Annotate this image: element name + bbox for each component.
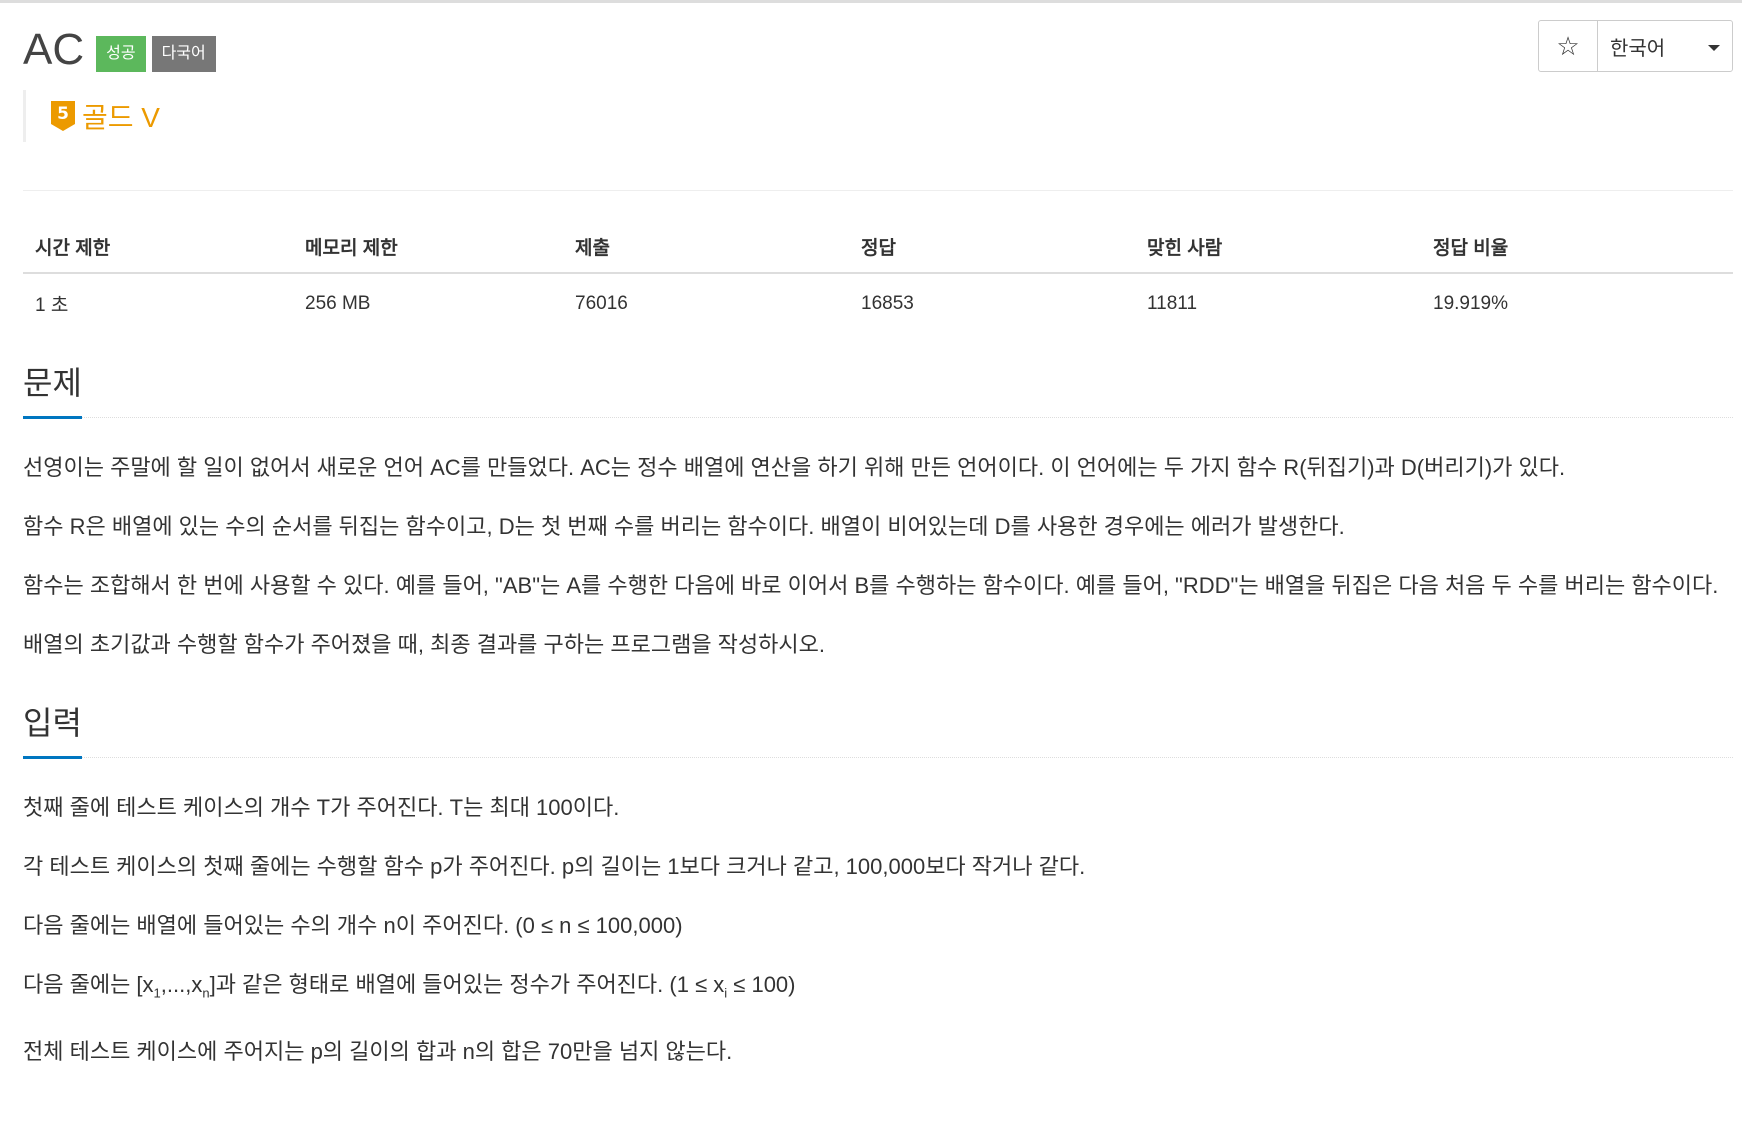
- input-section: 입력 첫째 줄에 테스트 케이스의 개수 T가 주어진다. T는 최대 100이…: [23, 693, 1733, 1074]
- input-paragraph: 각 테스트 케이스의 첫째 줄에는 수행할 함수 p가 주어진다. p의 길이는…: [23, 854, 1086, 879]
- problem-paragraph: 함수는 조합해서 한 번에 사용할 수 있다. 예를 들어, "AB"는 A를 …: [23, 573, 1719, 598]
- header-divider: [23, 190, 1733, 191]
- chevron-down-icon: [1708, 45, 1720, 51]
- value-memory-limit: 256 MB: [305, 292, 371, 314]
- language-label: 한국어: [1610, 37, 1666, 60]
- input-paragraph: 첫째 줄에 테스트 케이스의 개수 T가 주어진다. T는 최대 100이다.: [23, 795, 620, 820]
- value-solved-users: 11811: [1147, 292, 1198, 314]
- problem-page: AC 성공 다국어 5 골드 V ☆ 한국어 시간 제한 메모리 제한 제출 정…: [23, 0, 1733, 1089]
- problem-title: AC: [23, 25, 85, 74]
- value-accepted: 16853: [861, 292, 914, 314]
- input-description: 첫째 줄에 테스트 케이스의 개수 T가 주어진다. T는 최대 100이다. …: [23, 786, 1733, 1074]
- header-accept-ratio: 정답 비율: [1421, 223, 1733, 274]
- problem-section-headline: 문제: [23, 353, 1733, 419]
- header-button-group: ☆ 한국어: [1538, 20, 1733, 72]
- input-paragraph: 다음 줄에는 배열에 들어있는 수의 개수 n이 주어진다. (0 ≤ n ≤ …: [23, 913, 683, 938]
- problem-section-title: 문제: [23, 358, 82, 419]
- value-time-limit: 1 초: [35, 295, 69, 316]
- input-line4-after: ]과 같은 형태로 배열에 들어있는 정수가 주어진다. (1 ≤ x: [209, 972, 725, 997]
- header-submissions: 제출: [563, 223, 849, 274]
- problem-paragraph: 선영이는 주말에 할 일이 없어서 새로운 언어 AC를 만들었다. AC는 정…: [23, 455, 1566, 480]
- problem-section: 문제 선영이는 주말에 할 일이 없어서 새로운 언어 AC를 만들었다. AC…: [23, 353, 1733, 667]
- value-accept-ratio: 19.919%: [1433, 292, 1509, 314]
- input-line4-prefix: 다음 줄에는 [x: [23, 972, 154, 997]
- star-button[interactable]: ☆: [1539, 21, 1598, 71]
- input-paragraph: 전체 테스트 케이스에 주어지는 p의 길이의 합과 n의 합은 70만을 넘지…: [23, 1039, 733, 1065]
- info-table-header-row: 시간 제한 메모리 제한 제출 정답 맞힌 사람 정답 비율: [23, 223, 1733, 274]
- problem-description: 선영이는 주말에 할 일이 없어서 새로운 언어 AC를 만들었다. AC는 정…: [23, 446, 1733, 667]
- header-accepted: 정답: [849, 223, 1135, 274]
- subscript-1: 1: [153, 985, 161, 1001]
- problem-paragraph: 배열의 초기값과 수행할 함수가 주어졌을 때, 최종 결과를 구하는 프로그램…: [23, 632, 825, 657]
- header-solved-users: 맞힌 사람: [1135, 223, 1421, 274]
- language-dropdown[interactable]: 한국어: [1598, 21, 1732, 71]
- star-outline-icon: ☆: [1556, 30, 1580, 61]
- tier-box: 5 골드 V: [23, 90, 160, 142]
- subscript-n: n: [202, 985, 210, 1001]
- status-badge-success: 성공: [96, 36, 146, 72]
- problem-paragraph: 함수 R은 배열에 있는 수의 순서를 뒤집는 함수이고, D는 첫 번째 수를…: [23, 514, 1345, 539]
- title-row: AC 성공 다국어: [23, 26, 222, 74]
- tier-label: 골드 V: [82, 102, 160, 133]
- input-line4-suffix: ≤ 100): [727, 972, 796, 997]
- gold-tier-icon: 5: [51, 101, 75, 131]
- multilang-badge: 다국어: [151, 36, 216, 72]
- input-section-title: 입력: [23, 698, 82, 759]
- value-submissions: 76016: [575, 292, 628, 314]
- input-line4-middle: ,...,x: [160, 972, 203, 997]
- problem-info-table: 시간 제한 메모리 제한 제출 정답 맞힌 사람 정답 비율 1 초 256 M…: [23, 223, 1733, 327]
- input-paragraph: 다음 줄에는 [x1,...,xn]과 같은 형태로 배열에 들어있는 정수가 …: [23, 963, 1733, 1015]
- input-section-headline: 입력: [23, 693, 1733, 759]
- table-row: 1 초 256 MB 76016 16853 11811 19.919%: [23, 273, 1733, 327]
- header-time-limit: 시간 제한: [23, 223, 293, 274]
- header-memory-limit: 메모리 제한: [293, 223, 563, 274]
- tier-number: 5: [57, 104, 69, 124]
- problem-header: AC 성공 다국어 5 골드 V ☆ 한국어: [23, 0, 1733, 190]
